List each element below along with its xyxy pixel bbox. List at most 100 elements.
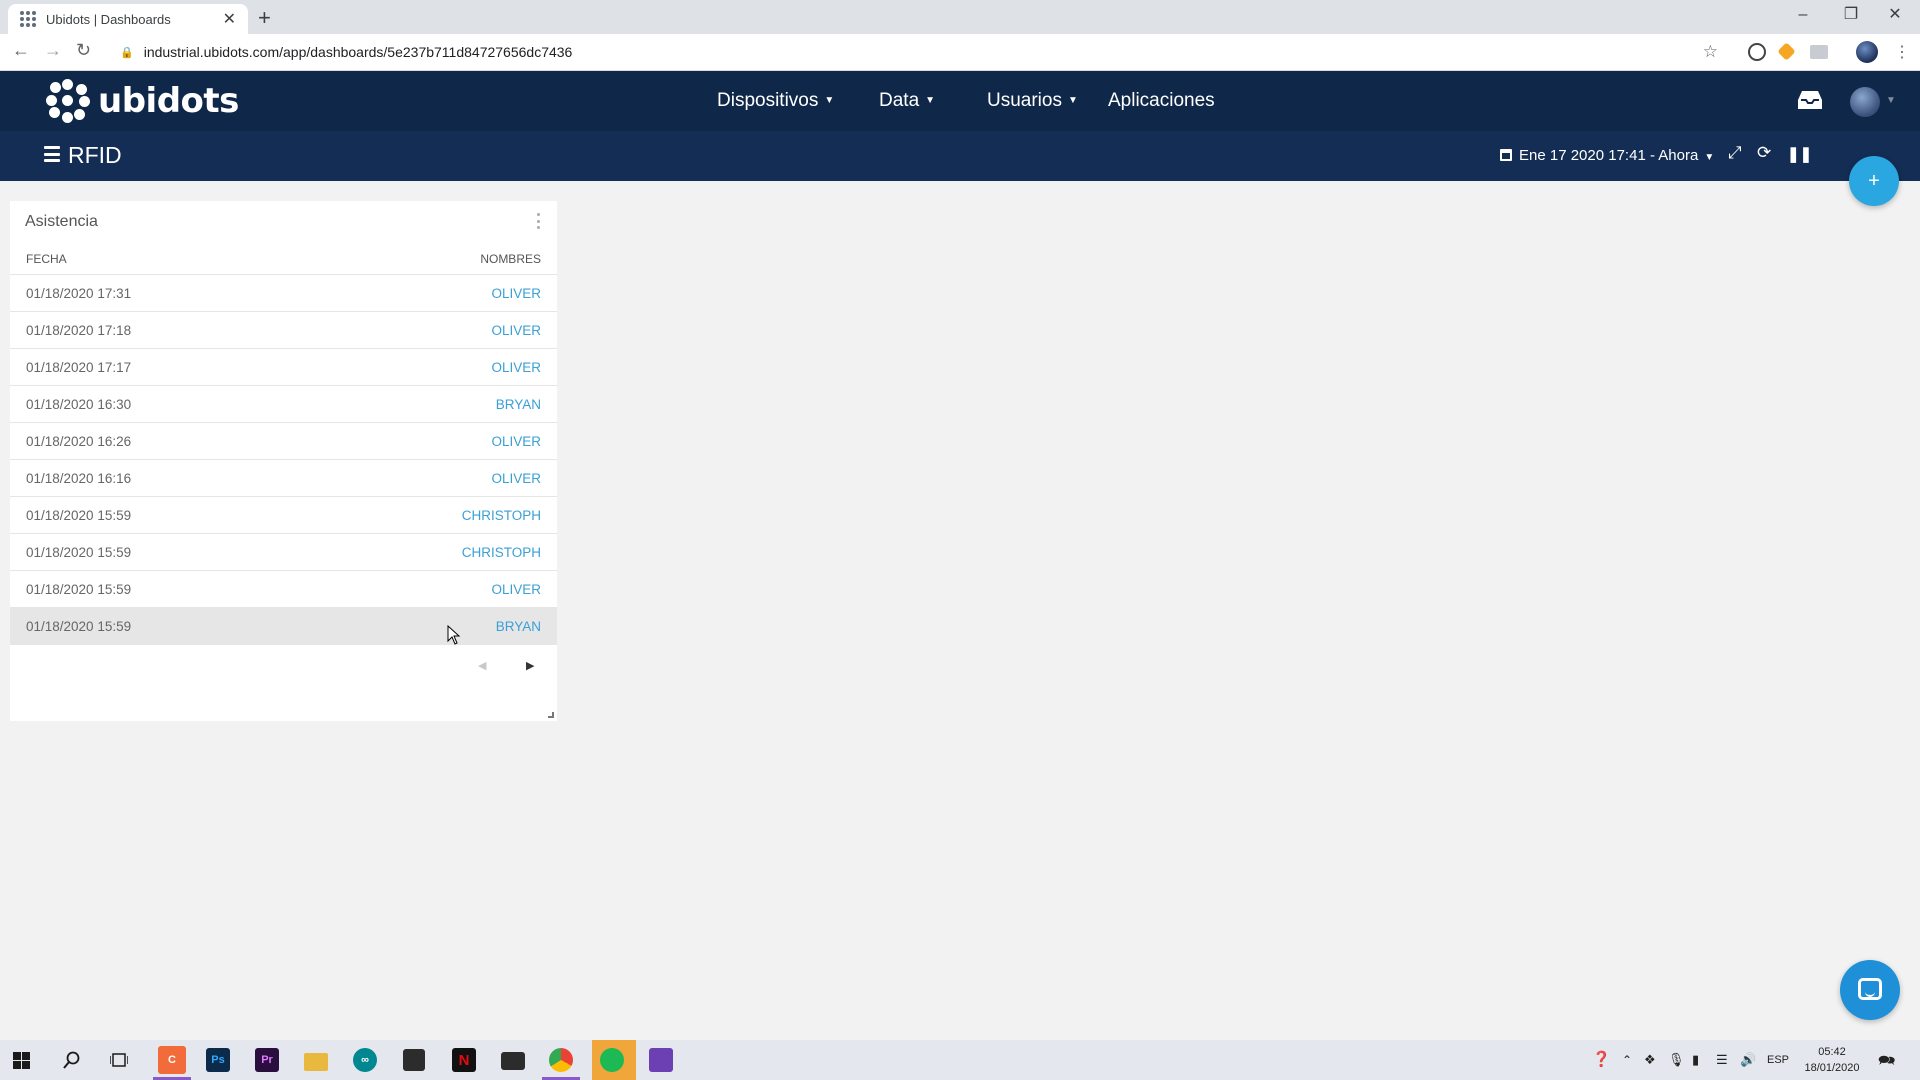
cell-fecha: 01/18/2020 16:26 — [26, 434, 132, 449]
profile-avatar-icon[interactable] — [1856, 41, 1878, 63]
back-icon[interactable]: ← — [12, 40, 30, 61]
cell-fecha: 01/18/2020 17:17 — [26, 360, 132, 375]
user-avatar[interactable] — [1850, 87, 1880, 117]
chevron-up-icon[interactable]: ⌃ — [1622, 1040, 1632, 1080]
column-header-nombres[interactable]: NOMBRES — [480, 252, 541, 266]
widget-title: Asistencia — [25, 213, 98, 230]
windows-taskbar: C Ps Pr ∞ N ❓ ⌃ ❖ 🎙 ▮ ☰ 🔊 ESP 05:42 18/0… — [0, 1040, 1920, 1080]
window-minimize-button[interactable]: – — [1780, 2, 1826, 28]
microphone-icon[interactable]: 🎙 — [1668, 1040, 1685, 1080]
table-row: 01/18/2020 16:26 OLIVER — [10, 423, 557, 460]
menu-label: Dispositivos — [717, 90, 819, 112]
cell-nombre[interactable]: OLIVER — [491, 323, 541, 338]
reload-icon[interactable]: ↻ — [76, 40, 91, 61]
cell-fecha: 01/18/2020 15:59 — [26, 508, 132, 523]
mail-icon[interactable] — [501, 1052, 525, 1070]
clock-time: 05:42 — [1818, 1046, 1846, 1058]
browser-tab[interactable]: Ubidots | Dashboards ✕ — [8, 4, 248, 34]
hamburger-menu-icon[interactable] — [44, 146, 60, 162]
cell-nombre[interactable]: OLIVER — [491, 434, 541, 449]
menu-label: Usuarios — [987, 90, 1062, 112]
clock-date: 18/01/2020 — [1804, 1062, 1860, 1074]
previous-page-icon[interactable]: ◀ — [478, 659, 486, 672]
next-page-icon[interactable]: ▶ — [526, 659, 534, 672]
photoshop-icon[interactable]: Ps — [206, 1048, 230, 1072]
column-header-fecha[interactable]: FECHA — [26, 252, 67, 266]
fullscreen-icon[interactable]: ⤢ — [1728, 143, 1742, 163]
start-icon[interactable] — [13, 1052, 30, 1069]
ubidots-favicon-icon — [20, 11, 36, 27]
dropbox-icon[interactable]: ❖ — [1644, 1040, 1656, 1080]
forward-icon[interactable]: → — [44, 40, 62, 61]
tab-close-icon[interactable]: ✕ — [223, 9, 236, 29]
language-indicator[interactable]: ESP — [1767, 1040, 1789, 1080]
search-icon[interactable] — [63, 1051, 81, 1069]
menu-usuarios[interactable]: Usuarios ▼ — [987, 71, 1078, 131]
notifications-icon[interactable]: 🗪 — [1878, 1040, 1895, 1080]
cell-fecha: 01/18/2020 17:18 — [26, 323, 132, 338]
cell-fecha: 01/18/2020 15:59 — [26, 582, 132, 597]
cell-nombre[interactable]: BRYAN — [496, 619, 541, 634]
cell-nombre[interactable]: CHRISTOPH — [462, 545, 541, 560]
wifi-icon[interactable]: ☰ — [1716, 1040, 1728, 1080]
chevron-down-icon: ▼ — [1704, 152, 1715, 163]
netflix-icon[interactable]: N — [452, 1048, 476, 1072]
window-restore-button[interactable]: ❐ — [1828, 2, 1874, 28]
menu-label: Data — [879, 90, 920, 112]
cell-nombre[interactable]: BRYAN — [496, 397, 541, 412]
browser-menu-icon[interactable]: ⋮ — [1894, 42, 1910, 62]
table-row: 01/18/2020 15:59 CHRISTOPH — [10, 534, 557, 571]
url-text: industrial.ubidots.com/app/dashboards/5e… — [143, 44, 573, 60]
calendar-icon — [1500, 149, 1512, 161]
table-header: FECHA NOMBRES — [10, 241, 557, 275]
cast-icon[interactable] — [1810, 45, 1828, 59]
refresh-icon[interactable]: ⟳ — [1757, 143, 1771, 163]
ubidots-logo[interactable]: ubidots — [46, 79, 239, 123]
block-extension-icon[interactable] — [1748, 43, 1766, 61]
cell-fecha: 01/18/2020 15:59 — [26, 545, 132, 560]
cell-nombre[interactable]: OLIVER — [491, 360, 541, 375]
cell-nombre[interactable]: CHRISTOPH — [462, 508, 541, 523]
window-close-button[interactable]: ✕ — [1872, 2, 1918, 28]
resize-handle-icon[interactable] — [548, 712, 554, 718]
table-body: 01/18/2020 17:31 OLIVER 01/18/2020 17:18 O… — [10, 275, 557, 645]
battery-icon[interactable]: ▮ — [1692, 1040, 1699, 1080]
inbox-icon[interactable] — [1796, 89, 1824, 111]
pause-icon[interactable]: ❚❚ — [1787, 145, 1812, 163]
add-widget-button[interactable]: + — [1849, 156, 1899, 206]
menu-aplicaciones[interactable]: Aplicaciones — [1108, 71, 1215, 131]
cell-nombre[interactable]: OLIVER — [491, 286, 541, 301]
table-row: 01/18/2020 16:30 BRYAN — [10, 386, 557, 423]
chrome-icon[interactable] — [549, 1048, 573, 1072]
task-view-icon[interactable] — [110, 1052, 128, 1068]
arduino-icon[interactable]: ∞ — [353, 1048, 377, 1072]
extension-icon[interactable] — [1777, 42, 1796, 61]
store-icon[interactable] — [403, 1049, 425, 1071]
table-row: 01/18/2020 17:31 OLIVER — [10, 275, 557, 312]
chevron-down-icon[interactable]: ▼ — [1886, 95, 1896, 106]
spotify-icon[interactable] — [600, 1048, 624, 1072]
menu-dispositivos[interactable]: Dispositivos ▼ — [717, 71, 834, 131]
whatsapp-icon[interactable] — [649, 1048, 673, 1072]
file-explorer-icon[interactable] — [304, 1053, 328, 1071]
help-icon[interactable]: ❓ — [1592, 1040, 1611, 1080]
volume-icon[interactable]: 🔊 — [1740, 1040, 1756, 1080]
new-tab-button[interactable]: + — [258, 5, 271, 31]
url-field[interactable]: 🔒 industrial.ubidots.com/app/dashboards/… — [110, 38, 1730, 66]
table-row: 01/18/2020 15:59 OLIVER — [10, 571, 557, 608]
cell-fecha: 01/18/2020 16:30 — [26, 397, 132, 412]
dashboard-title[interactable]: RFID — [68, 142, 122, 169]
chat-support-button[interactable] — [1840, 960, 1900, 1020]
cell-fecha: 01/18/2020 17:31 — [26, 286, 132, 301]
table-row: 01/18/2020 15:59 CHRISTOPH — [10, 497, 557, 534]
widget-options-icon[interactable] — [537, 213, 541, 229]
cell-nombre[interactable]: OLIVER — [491, 471, 541, 486]
menu-data[interactable]: Data ▼ — [879, 71, 935, 131]
app-icon[interactable]: C — [158, 1046, 186, 1074]
bookmark-star-icon[interactable]: ☆ — [1703, 42, 1718, 62]
table-row: 01/18/2020 15:59 BRYAN — [10, 608, 557, 645]
system-clock[interactable]: 05:42 18/01/2020 — [1795, 1044, 1869, 1076]
date-range-picker[interactable]: Ene 17 2020 17:41 - Ahora ▼ — [1500, 131, 1714, 181]
premiere-icon[interactable]: Pr — [255, 1048, 279, 1072]
cell-nombre[interactable]: OLIVER — [491, 582, 541, 597]
